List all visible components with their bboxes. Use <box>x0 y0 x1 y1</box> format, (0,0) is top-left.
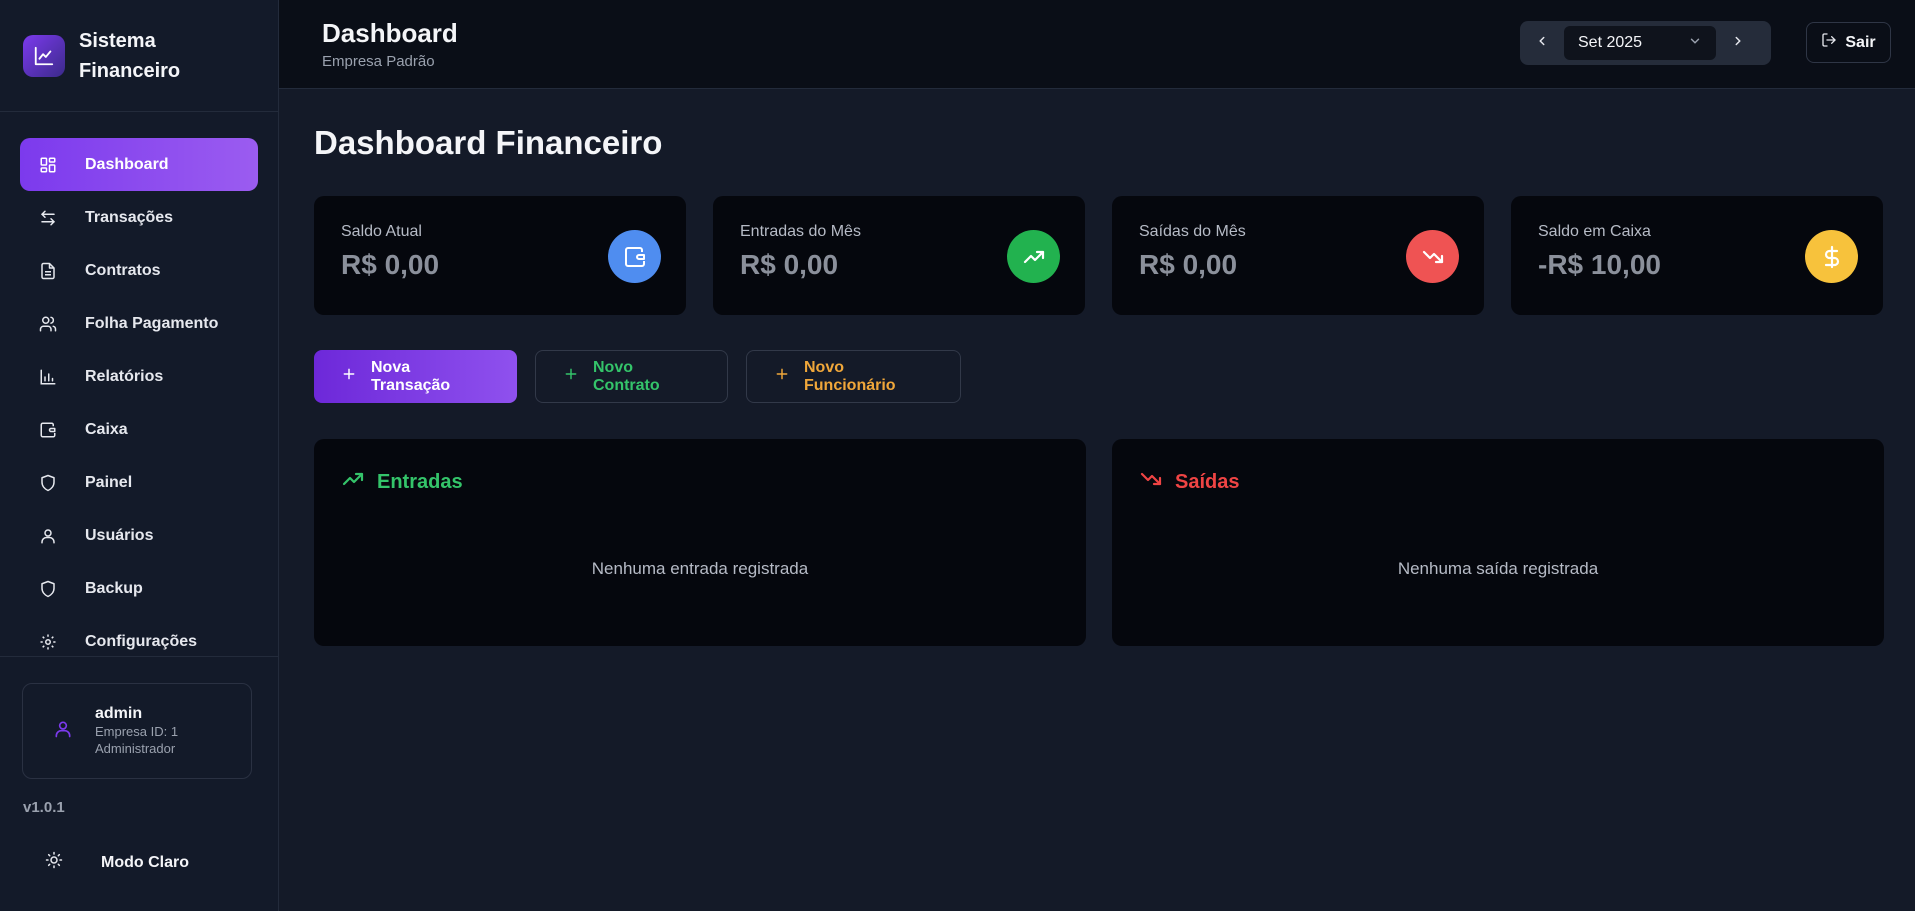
chart-line-icon <box>23 34 65 77</box>
new-contract-button[interactable]: Novo Contrato <box>535 350 728 403</box>
sidebar-item-caixa[interactable]: Caixa <box>20 403 258 456</box>
shield-icon <box>39 474 57 492</box>
user-role: Administrador <box>95 741 176 756</box>
sidebar-item-label: Usuários <box>85 526 154 544</box>
sidebar-item-transacoes[interactable]: Transações <box>20 191 258 244</box>
sidebar-item-label: Configurações <box>85 632 198 650</box>
chevron-right-icon <box>1731 34 1745 53</box>
page-title: Dashboard Financeiro <box>314 124 663 161</box>
bar-chart-icon <box>39 368 57 386</box>
dashboard-content: Dashboard Financeiro Saldo Atual R$ 0,00… <box>279 89 1915 646</box>
chevron-left-icon <box>1535 34 1549 53</box>
app-version: v1.0.1 <box>23 799 65 816</box>
logout-icon <box>1821 32 1837 53</box>
sidebar-footer: admin Empresa ID: 1 Administrador v1.0.1… <box>0 656 279 874</box>
topbar-heading: Dashboard Empresa Padrão <box>322 18 458 70</box>
trending-up-icon <box>1007 230 1060 283</box>
wallet-icon <box>39 421 57 439</box>
plus-icon <box>341 366 357 387</box>
sidebar-item-label: Painel <box>85 473 133 491</box>
expenses-panel-header: Saídas <box>1112 439 1884 497</box>
topbar-title: Dashboard <box>322 18 458 48</box>
logout-button[interactable]: Sair <box>1806 22 1891 63</box>
sidebar-item-label: Relatórios <box>85 367 164 385</box>
new-employee-label: Novo Funcionário <box>804 358 896 394</box>
topbar: Dashboard Empresa Padrão Set 2025 Sair <box>279 0 1915 89</box>
new-transaction-label: Nova Transação <box>371 358 451 394</box>
user-icon <box>53 719 73 744</box>
sun-icon <box>45 851 63 874</box>
document-icon <box>39 262 57 280</box>
stat-card-saldo-atual: Saldo Atual R$ 0,00 <box>314 196 686 315</box>
expenses-panel: Saídas Nenhuma saída registrada <box>1112 439 1884 646</box>
main-area: Dashboard Empresa Padrão Set 2025 Sair D… <box>279 0 1915 911</box>
month-picker: Set 2025 <box>1520 21 1771 65</box>
sidebar-item-backup[interactable]: Backup <box>20 562 258 615</box>
expenses-panel-title: Saídas <box>1175 470 1240 493</box>
user-company: Empresa ID: 1 <box>95 724 179 739</box>
gear-icon <box>39 633 57 651</box>
quick-actions: Nova Transação Novo Contrato Novo Funcio… <box>314 350 1915 403</box>
user-info: admin Empresa ID: 1 Administrador <box>95 705 178 757</box>
income-panel: Entradas Nenhuma entrada registrada <box>314 439 1086 646</box>
sidebar-nav: Dashboard Transações Contratos Folha Pag… <box>0 112 278 668</box>
stat-card-saidas: Saídas do Mês R$ 0,00 <box>1112 196 1484 315</box>
new-contract-label: Novo Contrato <box>593 358 660 394</box>
trending-down-icon <box>1139 467 1163 497</box>
sidebar: Sistema Financeiro Dashboard Transações … <box>0 0 279 911</box>
stat-card-saldo-caixa: Saldo em Caixa -R$ 10,00 <box>1511 196 1883 315</box>
wallet-icon <box>608 230 661 283</box>
sidebar-item-label: Contratos <box>85 261 161 279</box>
new-transaction-button[interactable]: Nova Transação <box>314 350 517 403</box>
dollar-icon <box>1805 230 1858 283</box>
grid-icon <box>39 156 57 174</box>
plus-icon <box>774 366 790 387</box>
next-month-button[interactable] <box>1716 21 1760 65</box>
sidebar-item-dashboard[interactable]: Dashboard <box>20 138 258 191</box>
sidebar-item-usuarios[interactable]: Usuários <box>20 509 258 562</box>
user-icon <box>39 527 57 545</box>
month-select-value: Set 2025 <box>1578 34 1643 51</box>
income-panel-title: Entradas <box>377 470 463 493</box>
app-root: Sistema Financeiro Dashboard Transações … <box>0 0 1915 911</box>
sidebar-item-label: Caixa <box>85 420 128 438</box>
plus-icon <box>563 366 579 387</box>
stat-card-entradas: Entradas do Mês R$ 0,00 <box>713 196 1085 315</box>
shield-icon <box>39 580 57 598</box>
chevron-down-icon <box>1688 34 1702 53</box>
sidebar-item-painel[interactable]: Painel <box>20 456 258 509</box>
arrows-swap-icon <box>39 209 57 227</box>
user-name: admin <box>95 705 143 722</box>
previous-month-button[interactable] <box>1520 21 1564 65</box>
sidebar-item-contratos[interactable]: Contratos <box>20 244 258 297</box>
trending-down-icon <box>1406 230 1459 283</box>
new-employee-button[interactable]: Novo Funcionário <box>746 350 961 403</box>
brand-title: Sistema Financeiro <box>79 29 181 82</box>
brand: Sistema Financeiro <box>0 0 278 112</box>
theme-toggle-button[interactable]: Modo Claro <box>45 851 279 874</box>
sidebar-item-label: Dashboard <box>85 155 169 173</box>
users-icon <box>39 315 57 333</box>
stats-row: Saldo Atual R$ 0,00 Entradas do Mês R$ 0… <box>314 196 1915 315</box>
expenses-empty-message: Nenhuma saída registrada <box>1397 559 1599 578</box>
company-name: Empresa Padrão <box>322 53 435 70</box>
sidebar-item-relatorios[interactable]: Relatórios <box>20 350 258 403</box>
sidebar-item-label: Transações <box>85 208 174 226</box>
user-card: admin Empresa ID: 1 Administrador <box>22 683 252 779</box>
income-empty-message: Nenhuma entrada registrada <box>591 559 809 578</box>
sidebar-item-label: Backup <box>85 579 143 597</box>
income-panel-header: Entradas <box>314 439 1086 497</box>
sidebar-item-folha-pagamento[interactable]: Folha Pagamento <box>20 297 258 350</box>
logout-label: Sair <box>1845 33 1876 51</box>
theme-toggle-label: Modo Claro <box>101 853 189 871</box>
panels-row: Entradas Nenhuma entrada registrada Saíd… <box>314 439 1915 646</box>
trending-up-icon <box>341 467 365 497</box>
sidebar-item-label: Folha Pagamento <box>85 314 219 332</box>
month-select[interactable]: Set 2025 <box>1564 26 1716 60</box>
